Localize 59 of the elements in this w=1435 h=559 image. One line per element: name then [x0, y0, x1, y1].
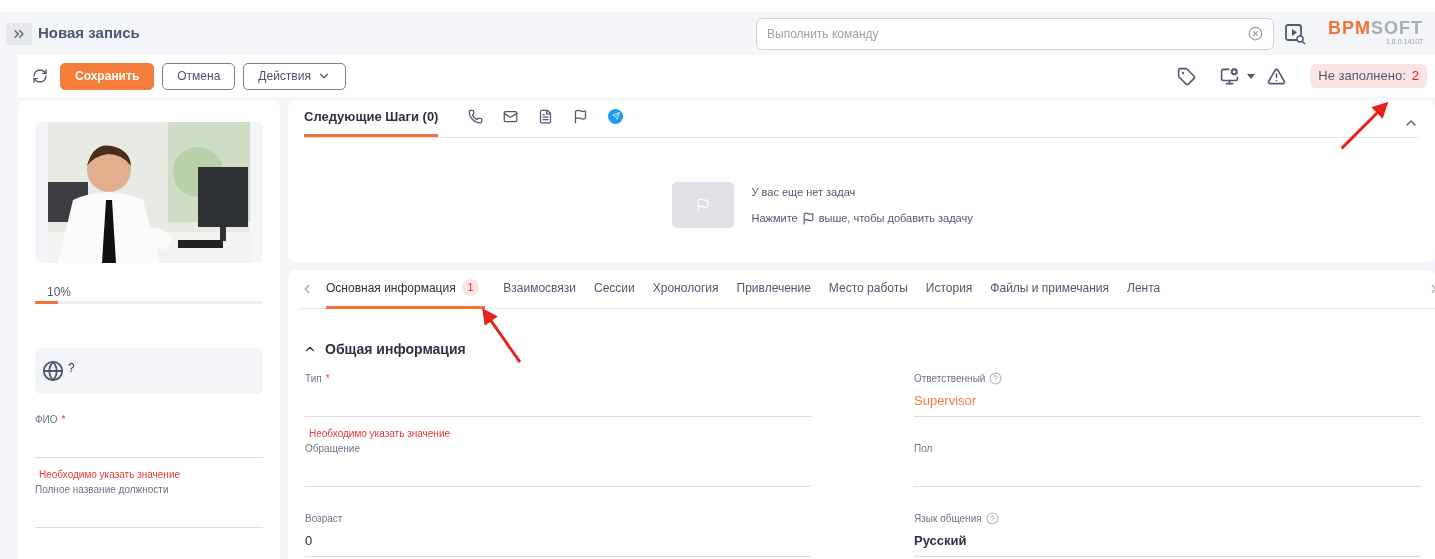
actions-button[interactable]: Действия	[243, 62, 346, 90]
globe-icon[interactable]	[42, 360, 64, 382]
required-mark: *	[61, 412, 66, 427]
empty-hint: выше, чтобы добавить задачу	[818, 211, 973, 226]
completeness-reading: 10%	[47, 285, 72, 299]
detail-tab[interactable]: Файлы и примечания	[990, 269, 1109, 309]
monitor-gear-icon[interactable]	[1220, 66, 1240, 86]
mail-icon[interactable]	[503, 108, 519, 124]
next-steps-tab[interactable]: Следующие Шаги (0)	[304, 99, 439, 137]
detail-tab[interactable]: Место работы	[828, 269, 908, 309]
empty-title: У вас еще нет задач	[751, 184, 857, 200]
flag-icon	[801, 211, 815, 225]
detail-tab[interactable]: Сессии	[594, 269, 635, 309]
page-title: Новая запись	[38, 23, 140, 44]
tag-icon[interactable]	[1177, 66, 1197, 86]
telegram-icon[interactable]	[608, 108, 624, 124]
field-label: Возраст	[305, 511, 343, 526]
language-mark: ?	[68, 360, 75, 377]
required-mark: *	[325, 371, 330, 386]
field-label: ФИО	[35, 412, 58, 427]
field-label: Тип	[305, 371, 322, 386]
warning-icon[interactable]	[1267, 66, 1287, 86]
empty-tasks-icon	[671, 182, 734, 228]
input-field[interactable]: Русский	[914, 527, 1421, 557]
note-icon[interactable]	[538, 108, 554, 124]
field-label: Язык общения	[914, 511, 982, 526]
flag-icon[interactable]	[573, 108, 589, 124]
logo: BPMSOFT	[1328, 19, 1423, 38]
field-label: Пол	[914, 441, 933, 456]
field-label: Ответственный	[914, 371, 986, 386]
detail-tab[interactable]: Привлечение	[736, 269, 811, 309]
clear-icon[interactable]	[1248, 26, 1263, 41]
play-search-icon[interactable]	[1284, 22, 1306, 45]
unfilled-badge[interactable]: Не заполнено: 2	[1310, 64, 1427, 88]
field-value: Supervisor	[914, 391, 977, 410]
error-message: Необходимо указать значение	[308, 428, 451, 439]
detail-tab[interactable]: История	[925, 269, 973, 309]
section-title: Общая информация	[325, 339, 466, 359]
detail-tab[interactable]: Хронология	[652, 269, 719, 309]
error-message: Необходимо указать значение	[38, 469, 181, 480]
tab-badge: 1	[461, 279, 480, 296]
detail-tab[interactable]: Взаимосвязи	[503, 269, 576, 309]
unfilled-count: 2	[1411, 67, 1419, 86]
unfilled-label: Не заполнено:	[1318, 67, 1406, 86]
command-field[interactable]: Выполнить команду	[756, 17, 1274, 50]
command-input: Выполнить команду	[767, 24, 1248, 43]
field-value: Русский	[914, 531, 967, 550]
cancel-button[interactable]: Отмена	[162, 62, 236, 90]
refresh-icon[interactable]	[32, 68, 48, 84]
detail-tab[interactable]: Основная информация 1	[326, 269, 486, 309]
phone-icon[interactable]	[468, 108, 484, 124]
field-label: Полное название должности	[35, 482, 169, 497]
input-field[interactable]: 0	[305, 527, 812, 557]
field-value: 0	[305, 531, 313, 550]
detail-tab[interactable]: Лента	[1127, 269, 1161, 309]
field-label: Обращение	[305, 441, 360, 456]
caret-icon[interactable]	[1247, 73, 1256, 79]
expand-icon[interactable]	[6, 22, 32, 45]
empty-hint: Нажмите	[751, 211, 798, 226]
